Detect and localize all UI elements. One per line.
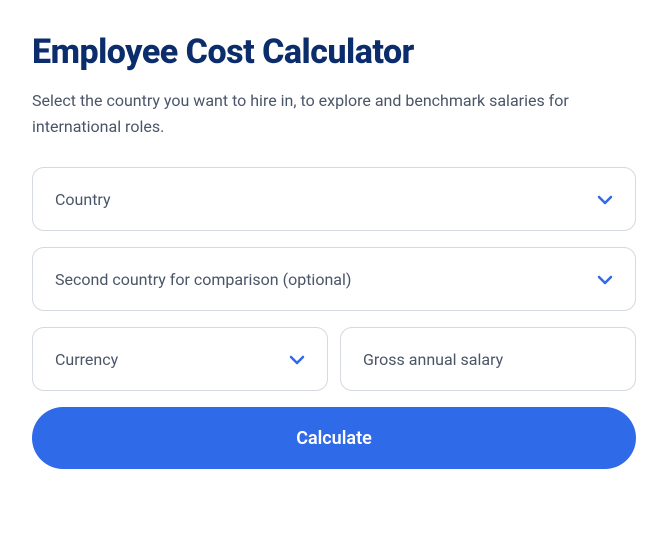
salary-input[interactable] <box>363 350 613 369</box>
calculate-button[interactable]: Calculate <box>32 407 636 469</box>
currency-select[interactable]: Currency <box>32 327 328 391</box>
country-select-label: Country <box>55 190 111 209</box>
currency-select-label: Currency <box>55 350 118 369</box>
chevron-down-icon <box>597 270 613 289</box>
chevron-down-icon <box>597 190 613 209</box>
second-country-select-label: Second country for comparison (optional) <box>55 270 351 289</box>
page-description: Select the country you want to hire in, … <box>32 88 636 139</box>
second-country-select[interactable]: Second country for comparison (optional) <box>32 247 636 311</box>
page-title: Employee Cost Calculator <box>32 32 636 72</box>
country-select[interactable]: Country <box>32 167 636 231</box>
salary-input-wrapper <box>340 327 636 391</box>
chevron-down-icon <box>289 350 305 369</box>
